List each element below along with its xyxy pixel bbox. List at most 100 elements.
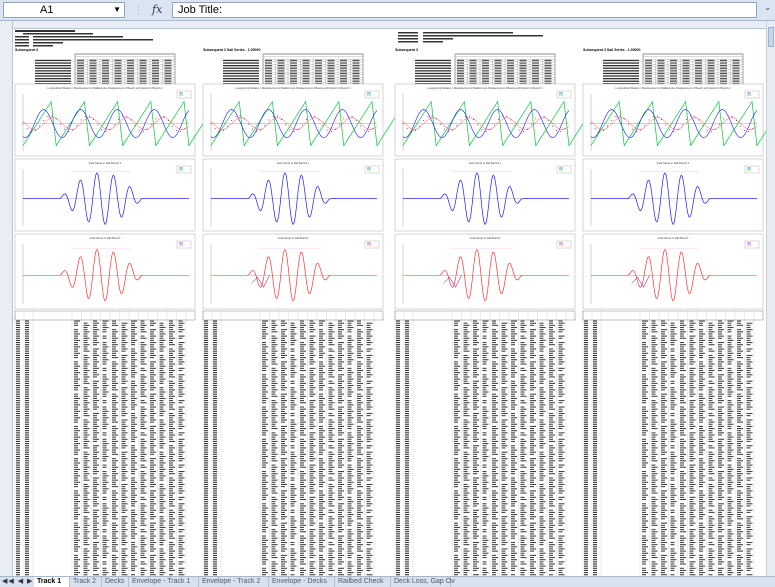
table-cell [310,376,314,377]
series-point-purple [264,125,265,126]
table-cell [141,439,145,440]
summary-cell [457,62,464,63]
table-cell [204,348,208,349]
expand-formula-bar-icon[interactable]: ⌄ [764,3,771,12]
table-cell [213,357,217,358]
table-cell [310,570,314,571]
table-cell [213,426,217,427]
row-header[interactable] [0,21,13,576]
table-cell [492,402,498,403]
table-cell [16,501,20,502]
table-cell [25,540,29,541]
table-cell [131,359,137,360]
table-cell [357,366,361,367]
table-cell [16,508,20,509]
table-cell [464,471,468,472]
summary-cell [152,70,159,71]
table-cell [367,364,371,365]
table-cell [74,531,78,532]
table-cell [367,325,371,326]
table-cell [310,361,316,362]
table-cell [213,480,217,481]
table-cell [281,329,287,330]
table-cell [540,407,544,408]
table-cell [150,557,154,558]
table-cell [169,422,175,423]
table-cell [367,404,371,405]
table-cell [338,355,344,356]
table-cell [483,443,489,444]
table-cell [367,389,371,390]
table-cell [357,445,361,446]
column-header[interactable] [12,21,767,29]
table-cell [483,477,487,478]
table-cell [357,497,361,498]
table-cell [204,469,208,470]
table-cell [213,447,217,448]
table-cell [93,359,97,360]
table-cell [319,475,325,476]
table-cell [396,407,400,408]
table-cell [319,510,323,511]
table-cell [511,413,515,414]
table-cell [338,456,342,457]
table-cell [150,355,156,356]
table-cell [291,452,295,453]
section-title-1: Subsequent 3 [15,48,38,52]
table-cell [122,327,126,328]
table-cell [300,394,304,395]
table-cell [549,471,553,472]
table-cell [272,439,276,440]
table-cell [464,465,468,466]
table-cell [405,387,409,388]
worksheet-area[interactable]: Subsequent 3 Subsequent 3 Sail Series - … [13,29,767,576]
table-cell [338,379,342,380]
table-cell [179,422,183,423]
table-cell [131,432,135,433]
table-cell [367,409,371,410]
table-cell [93,348,99,349]
table-cell [16,486,20,487]
table-cell [559,452,565,453]
table-cell [454,387,458,388]
table-cell [367,329,373,330]
name-box[interactable]: A1 ▼ [3,2,125,18]
table-cell [213,351,217,352]
table-cell [540,477,544,478]
table-cell [25,523,29,524]
table-cell [559,482,563,483]
table-cell [454,430,460,431]
summary-cell [340,73,347,74]
table-cell [300,559,304,560]
table-cell [160,570,164,571]
table-cell [521,488,525,489]
table-cell [272,454,278,455]
chevron-down-icon[interactable]: ▼ [113,3,121,17]
table-cell [112,548,116,549]
table-cell [454,383,458,384]
table-cell [483,473,487,474]
table-cell [25,450,29,451]
table-cell [131,544,135,545]
table-cell [396,411,400,412]
table-cell [319,454,323,455]
summary-cell [532,70,539,71]
table-cell [131,518,135,519]
series-point-purple [703,125,704,126]
table-cell [454,379,460,380]
table-cell [150,404,154,405]
table-cell [492,437,496,438]
table-cell [25,462,29,463]
table-cell [338,471,344,472]
table-cell [530,443,534,444]
insert-function-icon[interactable]: fx [152,2,168,18]
table-cell [291,419,295,420]
table-cell [454,353,460,354]
table-cell [348,536,352,537]
table-cell [93,570,97,571]
table-cell [338,497,344,498]
formula-input[interactable]: Job Title: [172,2,757,18]
table-cell [281,572,285,573]
table-cell [84,568,88,569]
series-point-purple [411,131,412,132]
